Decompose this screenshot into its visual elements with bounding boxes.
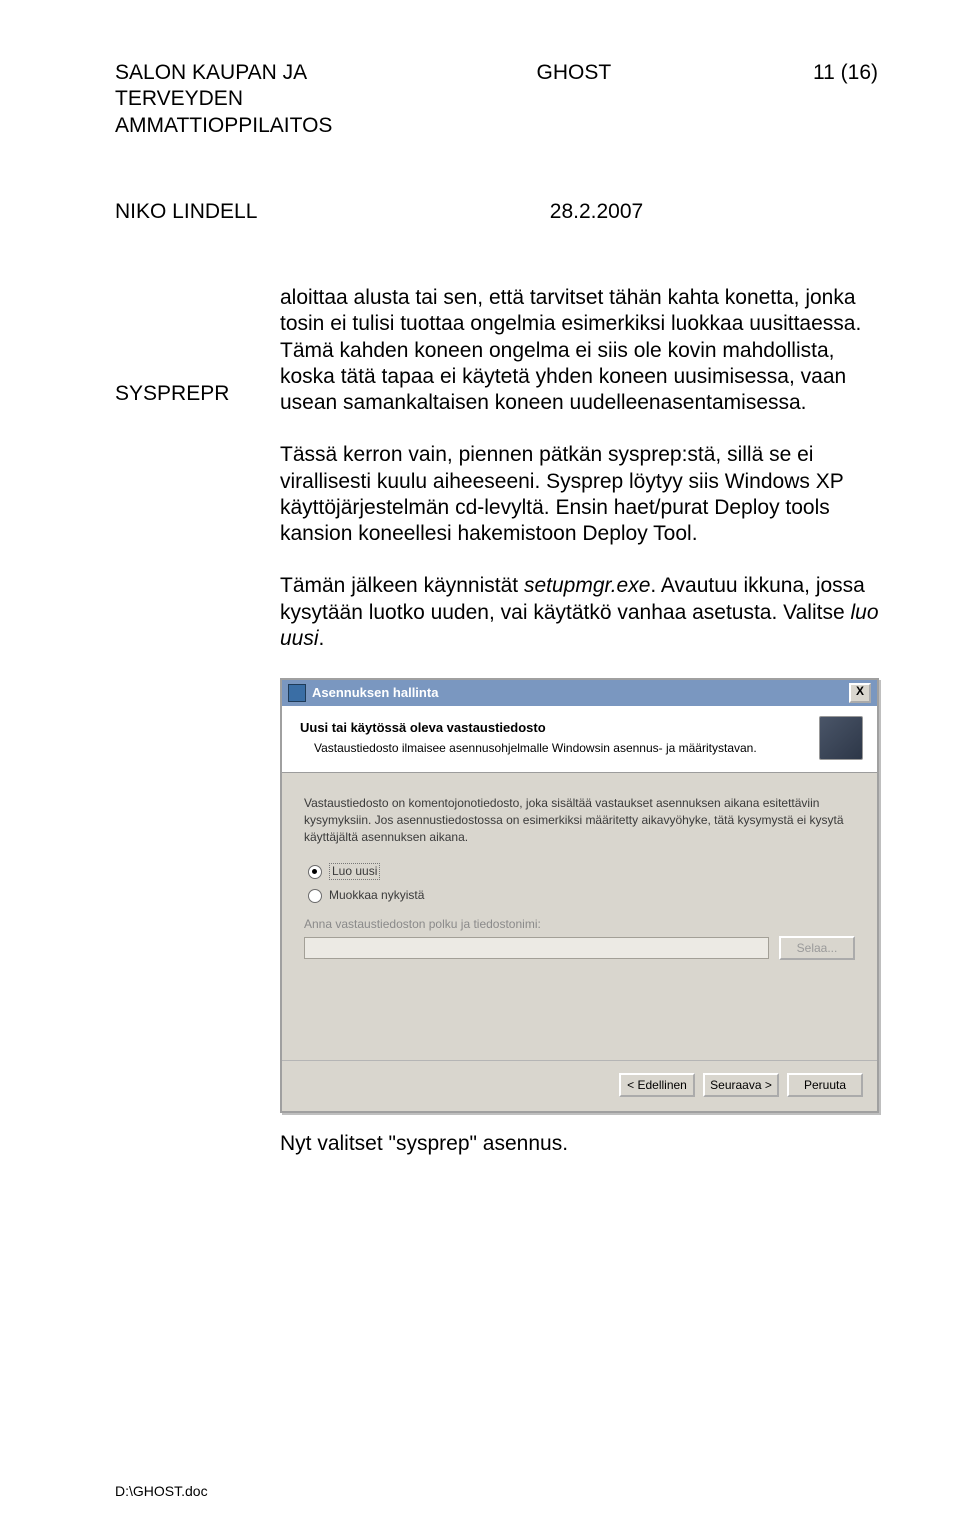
header-author: NIKO LINDELL: [115, 199, 435, 225]
post-dialog-text: Nyt valitset "sysprep" asennus.: [280, 1131, 879, 1157]
radio-edit-existing[interactable]: Muokkaa nykyistä: [308, 888, 855, 903]
setup-dialog: Asennuksen hallinta X Uusi tai käytössä …: [280, 678, 879, 1113]
header-org-line2: AMMATTIOPPILAITOS: [115, 113, 435, 139]
radio-edit-label: Muokkaa nykyistä: [329, 888, 424, 903]
header-doc-title: GHOST: [537, 60, 657, 86]
section-label: SYSPREPR: [115, 285, 280, 407]
dialog-title: Asennuksen hallinta: [312, 685, 438, 701]
paragraph-3: Tämän jälkeen käynnistät setupmgr.exe. A…: [280, 573, 879, 652]
radio-create-new[interactable]: Luo uusi: [308, 863, 855, 880]
dialog-banner: Uusi tai käytössä oleva vastaustiedosto …: [282, 706, 877, 773]
header-page-number: 11 (16): [758, 60, 878, 86]
paragraph-1: aloittaa alusta tai sen, että tarvitset …: [280, 285, 879, 416]
footer-filepath: D:\GHOST.doc: [115, 1483, 208, 1501]
browse-button: Selaa...: [779, 936, 855, 960]
computer-icon: [819, 716, 863, 760]
path-input: [304, 937, 769, 959]
dialog-titlebar: Asennuksen hallinta X: [282, 680, 877, 706]
paragraph-2: Tässä kerron vain, piennen pätkän syspre…: [280, 442, 879, 547]
main-content: aloittaa alusta tai sen, että tarvitset …: [280, 285, 879, 1158]
radio-icon: [308, 889, 322, 903]
window-icon: [288, 684, 306, 702]
header-date: 28.2.2007: [550, 199, 643, 225]
dialog-body: Vastaustiedosto on komentojonotiedosto, …: [282, 773, 877, 1060]
path-section: Anna vastaustiedoston polku ja tiedoston…: [304, 917, 855, 960]
radio-icon: [308, 865, 322, 879]
path-label: Anna vastaustiedoston polku ja tiedoston…: [304, 917, 855, 932]
page-subheader: NIKO LINDELL 28.2.2007: [115, 199, 878, 225]
next-button[interactable]: Seuraava >: [703, 1073, 779, 1097]
dialog-intro: Vastaustiedosto on komentojonotiedosto, …: [304, 795, 855, 845]
header-org: SALON KAUPAN JA TERVEYDEN AMMATTIOPPILAI…: [115, 60, 435, 139]
dialog-footer: < Edellinen Seuraava > Peruuta: [282, 1060, 877, 1111]
radio-create-label: Luo uusi: [329, 863, 380, 880]
close-button[interactable]: X: [849, 683, 871, 703]
prev-button[interactable]: < Edellinen: [619, 1073, 695, 1097]
page-header: SALON KAUPAN JA TERVEYDEN AMMATTIOPPILAI…: [115, 60, 878, 139]
banner-subtitle: Vastaustiedosto ilmaisee asennusohjelmal…: [300, 741, 757, 756]
banner-title: Uusi tai käytössä oleva vastaustiedosto: [300, 720, 757, 736]
header-org-line1: SALON KAUPAN JA TERVEYDEN: [115, 60, 435, 113]
cancel-button[interactable]: Peruuta: [787, 1073, 863, 1097]
